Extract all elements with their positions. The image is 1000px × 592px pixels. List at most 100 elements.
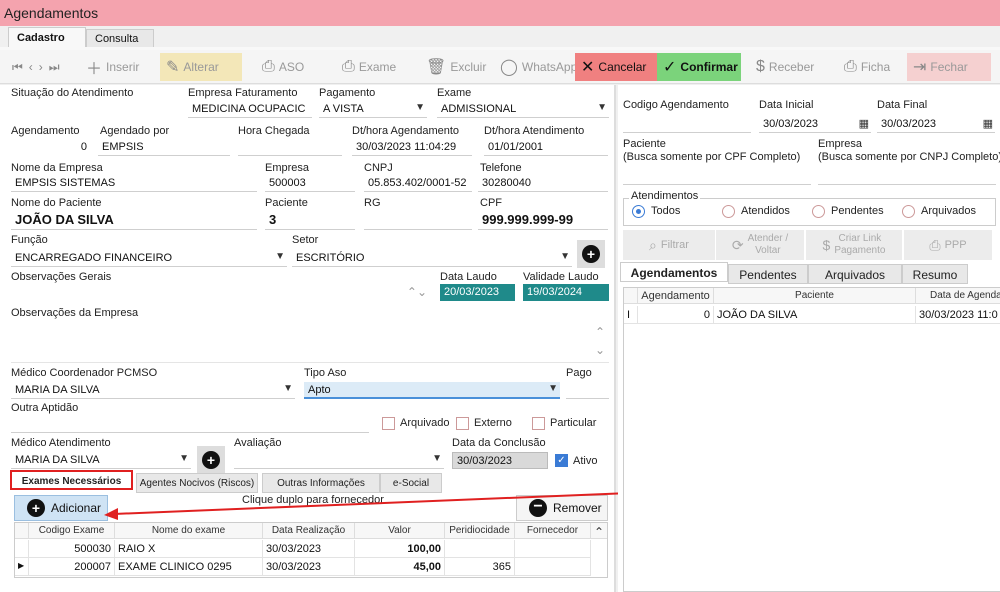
col-agendamento[interactable]: Agendamento bbox=[638, 288, 714, 304]
table-cell[interactable]: 200007 bbox=[29, 558, 115, 576]
criar-link-button[interactable]: $ Criar Link Pagamento bbox=[806, 230, 902, 260]
cpf-field[interactable]: 999.999.999-99 bbox=[478, 210, 608, 230]
table-cell[interactable]: 30/03/2023 11:0 bbox=[916, 306, 1000, 324]
add-medico-button[interactable]: + bbox=[197, 446, 225, 474]
validade-laudo-field[interactable]: 19/03/2024 bbox=[523, 284, 609, 301]
exame-select[interactable]: ADMISSIONAL ▼ bbox=[437, 101, 609, 118]
pago-field[interactable] bbox=[566, 382, 609, 399]
rg-field[interactable] bbox=[364, 212, 472, 230]
obs-gerais-field[interactable]: ⌃⌄ bbox=[11, 285, 431, 305]
calendar-icon[interactable]: ▦ bbox=[983, 117, 993, 130]
pagamento-select[interactable]: A VISTA ▼ bbox=[319, 101, 427, 118]
paciente-field[interactable]: 3 bbox=[265, 210, 355, 230]
atender-voltar-button[interactable]: ⟳ Atender / Voltar bbox=[716, 230, 804, 260]
filtrar-button[interactable]: ⌕ Filtrar bbox=[623, 230, 715, 260]
sheet-button[interactable]: ⎙ Ficha bbox=[838, 53, 896, 81]
dt-atendimento-field[interactable]: 01/01/2001 bbox=[484, 139, 608, 156]
data-inicial-field[interactable]: 30/03/2023 ▦ bbox=[759, 116, 871, 133]
col-codigo[interactable]: Codigo Exame bbox=[29, 523, 115, 539]
data-final-field[interactable]: 30/03/2023 ▦ bbox=[877, 116, 995, 133]
chevron-up-icon[interactable]: ⌃ bbox=[591, 523, 607, 539]
empresa-fat-select[interactable]: MEDICINA OCUPACIC bbox=[188, 101, 312, 118]
table-cell[interactable]: 30/03/2023 bbox=[263, 540, 355, 558]
col-data-agendar[interactable]: Data de Agendar bbox=[916, 288, 1000, 304]
col-valor[interactable]: Valor bbox=[355, 523, 445, 539]
col-fornecedor[interactable]: Fornecedor bbox=[515, 523, 591, 539]
table-cell[interactable]: JOÃO DA SILVA bbox=[714, 306, 916, 324]
tipo-aso-select[interactable]: Apto ▼ bbox=[304, 382, 560, 399]
table-cell[interactable]: RAIO X bbox=[115, 540, 263, 558]
table-cell[interactable]: EXAME CLINICO 0295 bbox=[115, 558, 263, 576]
cnpj-field[interactable]: 05.853.402/0001-52 bbox=[364, 175, 472, 192]
radio-arquivados[interactable] bbox=[902, 205, 915, 218]
close-button[interactable]: ⇥ Fechar bbox=[907, 53, 991, 81]
paciente-search-field[interactable] bbox=[623, 168, 811, 185]
tab-arquivados[interactable]: Arquivados bbox=[808, 264, 902, 284]
nome-empresa-field[interactable]: EMPSIS SISTEMAS bbox=[11, 175, 257, 192]
edit-button[interactable]: ✎ Alterar bbox=[160, 53, 242, 81]
tab-resumo[interactable]: Resumo bbox=[902, 264, 968, 284]
outra-aptidao-field[interactable] bbox=[11, 416, 369, 433]
table-cell[interactable]: 0 bbox=[638, 306, 714, 324]
empresa-search-field[interactable] bbox=[818, 168, 996, 185]
hora-chegada-field[interactable] bbox=[238, 139, 342, 156]
table-cell[interactable]: 365 bbox=[445, 558, 515, 576]
ppp-button[interactable]: ⎙ PPP bbox=[904, 230, 992, 260]
col-nome[interactable]: Nome do exame bbox=[115, 523, 263, 539]
data-laudo-field[interactable]: 20/03/2023 bbox=[440, 284, 515, 301]
telefone-field[interactable]: 30280040 bbox=[478, 175, 608, 192]
scroll-down-icon[interactable]: ⌄ bbox=[595, 343, 605, 357]
table-cell[interactable] bbox=[445, 540, 515, 558]
aso-button[interactable]: ⎙ ASO bbox=[256, 53, 310, 81]
add-exam-button[interactable]: + Adicionar bbox=[14, 495, 108, 521]
dt-agendamento-field[interactable]: 30/03/2023 11:04:29 bbox=[352, 139, 472, 156]
whatsapp-button[interactable]: ◯ WhatsApp bbox=[494, 53, 583, 81]
tab-pendentes[interactable]: Pendentes bbox=[728, 264, 808, 284]
cancel-button[interactable]: ✕ Cancelar bbox=[575, 53, 657, 81]
exam-button[interactable]: ⎙ Exame bbox=[336, 53, 402, 81]
funcao-select[interactable]: ENCARREGADO FINANCEIRO ▼ bbox=[11, 250, 287, 267]
table-cell[interactable]: 500030 bbox=[29, 540, 115, 558]
delete-button[interactable]: 🗑 Excluir bbox=[420, 53, 492, 81]
table-cell[interactable]: 100,00 bbox=[355, 540, 445, 558]
insert-button[interactable]: ＋ Inserir bbox=[80, 53, 158, 81]
arquivado-checkbox[interactable] bbox=[382, 417, 395, 430]
record-nav[interactable]: ⏮‹›⏭ bbox=[6, 53, 72, 81]
data-conclusao-field[interactable]: 30/03/2023 bbox=[452, 452, 548, 469]
col-paciente[interactable]: Paciente bbox=[714, 288, 916, 304]
agendado-por-field[interactable]: EMPSIS bbox=[98, 139, 230, 156]
radio-todos[interactable] bbox=[632, 205, 645, 218]
nome-paciente-field[interactable]: JOÃO DA SILVA bbox=[11, 210, 257, 230]
ativo-checkbox[interactable]: ✓ bbox=[555, 454, 568, 467]
cnpj-label: CNPJ bbox=[364, 162, 393, 174]
tab-agendamentos[interactable]: Agendamentos bbox=[620, 262, 728, 282]
externo-checkbox[interactable] bbox=[456, 417, 469, 430]
radio-pendentes[interactable] bbox=[812, 205, 825, 218]
table-cell[interactable] bbox=[515, 540, 591, 558]
avaliacao-select[interactable]: ▼ bbox=[234, 452, 444, 469]
medico-coord-select[interactable]: MARIA DA SILVA ▼ bbox=[11, 382, 295, 399]
particular-checkbox[interactable] bbox=[532, 417, 545, 430]
table-cell[interactable]: 45,00 bbox=[355, 558, 445, 576]
confirm-button[interactable]: ✓ Confirmar bbox=[657, 53, 741, 81]
tab-cadastro[interactable]: Cadastro bbox=[8, 27, 86, 47]
codigo-agendamento-field[interactable] bbox=[623, 116, 751, 133]
table-cell[interactable]: 30/03/2023 bbox=[263, 558, 355, 576]
medico-atend-select[interactable]: MARIA DA SILVA ▼ bbox=[11, 452, 191, 469]
scroll-up-icon[interactable]: ⌃ bbox=[595, 325, 605, 339]
tab-consulta[interactable]: Consulta bbox=[86, 29, 154, 47]
table-cell[interactable] bbox=[515, 558, 591, 576]
add-setor-button[interactable]: + bbox=[577, 240, 605, 268]
calendar-icon[interactable]: ▦ bbox=[859, 117, 869, 130]
col-data[interactable]: Data Realização bbox=[263, 523, 355, 539]
empresa-field[interactable]: 500003 bbox=[265, 175, 355, 192]
printer-icon: ⎙ bbox=[342, 58, 355, 75]
radio-atendidos[interactable] bbox=[722, 205, 735, 218]
col-peridiocidade[interactable]: Peridiocidade bbox=[445, 523, 515, 539]
toolbar: ⏮‹›⏭ ＋ Inserir ✎ Alterar ⎙ ASO ⎙ Exame 🗑 Excl… bbox=[0, 50, 1000, 84]
empresa-search-hint: (Busca somente por CNPJ Completo) bbox=[818, 151, 1000, 163]
setor-select[interactable]: ESCRITÓRIO ▼ bbox=[292, 250, 572, 267]
chevron-down-icon: ▼ bbox=[597, 102, 607, 113]
receive-button[interactable]: $ Receber bbox=[750, 53, 820, 81]
obs-empresa-field[interactable]: ⌃ ⌄ bbox=[11, 321, 609, 363]
